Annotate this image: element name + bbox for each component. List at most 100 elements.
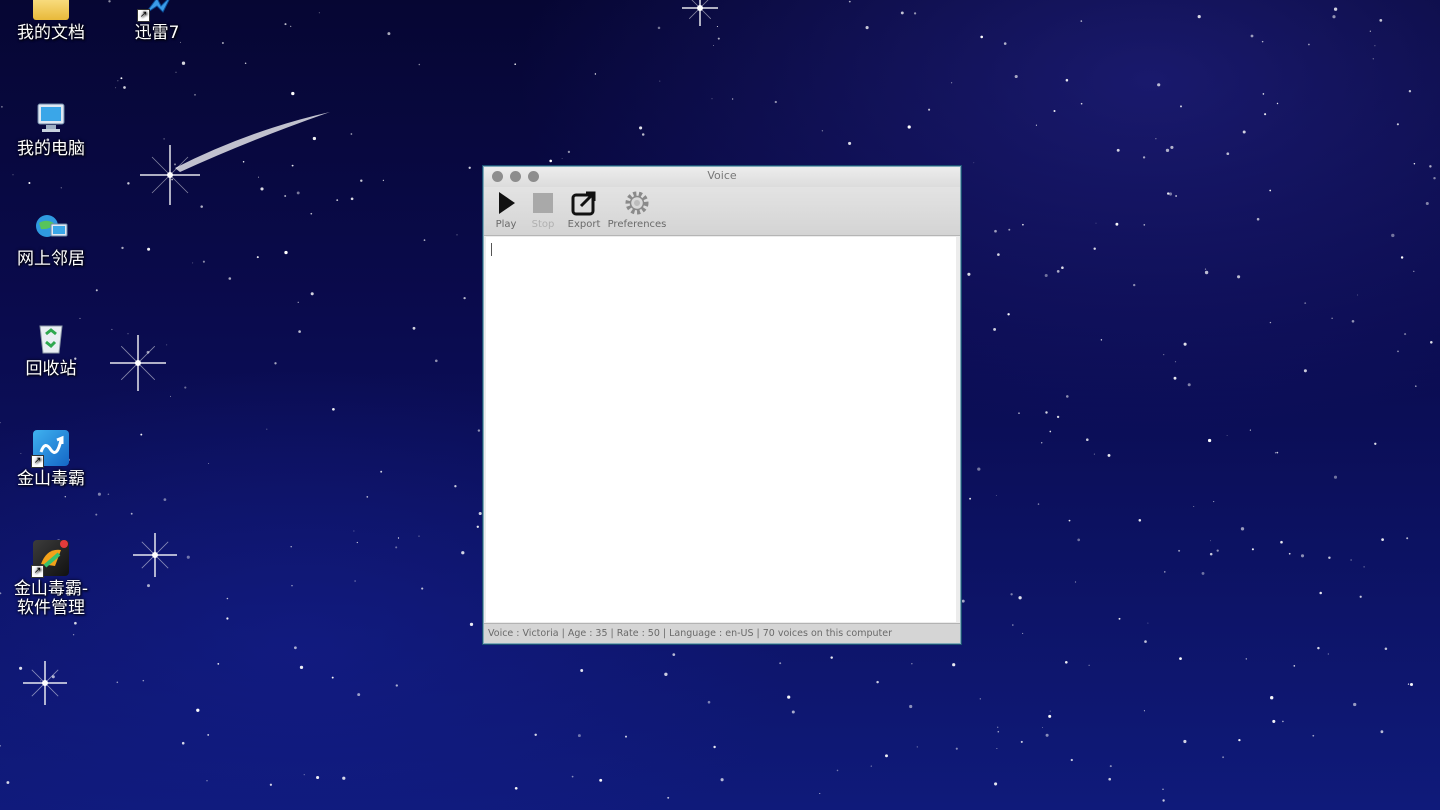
star	[731, 98, 734, 100]
star	[1372, 58, 1374, 60]
star	[1042, 727, 1044, 728]
star	[928, 108, 931, 111]
star	[171, 178, 173, 181]
desktop-icon-kingsoft[interactable]: ↗ 金山毒霸	[6, 430, 96, 489]
desktop-icon-my-computer[interactable]: 我的电脑	[6, 100, 96, 159]
star	[1065, 78, 1069, 82]
star	[707, 700, 711, 704]
desktop-icon-software-manager[interactable]: ↗ 金山毒霸- 软件管理	[6, 540, 96, 618]
star	[1133, 283, 1136, 287]
star	[1328, 556, 1331, 559]
star	[1274, 452, 1277, 454]
desktop-icon-label: 回收站	[25, 359, 77, 379]
star	[284, 250, 288, 255]
star	[147, 584, 150, 588]
stop-button[interactable]: Stop	[528, 189, 558, 230]
sparkle-star	[133, 533, 177, 577]
export-button[interactable]: Export	[566, 189, 602, 230]
preferences-label: Preferences	[607, 219, 667, 230]
star	[123, 86, 126, 89]
desktop-icon-xunlei[interactable]: ↗ 迅雷7	[112, 0, 202, 43]
star	[1409, 682, 1414, 687]
star	[1070, 758, 1073, 762]
status-bar: Voice : Victoria | Age : 35 | Rate : 50 …	[484, 623, 960, 643]
preferences-button[interactable]: Preferences	[606, 189, 668, 230]
star	[1288, 552, 1291, 555]
star	[1269, 321, 1272, 324]
star	[909, 704, 913, 709]
star	[672, 653, 676, 656]
star	[534, 733, 537, 737]
star	[1245, 658, 1247, 660]
star	[242, 161, 245, 163]
star	[1240, 527, 1245, 531]
star	[200, 205, 203, 208]
desktop-icon-label: 金山毒霸	[17, 469, 85, 489]
desktop-icon-my-documents[interactable]: 我的文档	[6, 0, 96, 43]
star	[836, 769, 839, 772]
star	[127, 333, 129, 335]
star	[549, 159, 553, 163]
star	[423, 239, 426, 241]
star	[456, 234, 458, 236]
star	[418, 535, 420, 537]
export-label: Export	[567, 219, 601, 230]
star	[1173, 376, 1177, 380]
star	[1020, 740, 1023, 743]
desktop-icon-recycle-bin[interactable]: 回收站	[6, 320, 96, 379]
star	[461, 551, 465, 555]
sparkle-star	[110, 335, 166, 391]
star	[1280, 540, 1283, 544]
star	[514, 786, 518, 790]
star	[1056, 270, 1060, 273]
star	[421, 587, 424, 590]
star	[291, 584, 293, 587]
desktop-icon-label-line1: 金山毒霸-	[13, 579, 89, 599]
desktop-icon-network[interactable]: 网上邻居	[6, 210, 96, 269]
star	[1115, 222, 1119, 226]
star	[463, 296, 466, 300]
star	[357, 693, 361, 697]
star	[1022, 223, 1024, 226]
star	[269, 783, 273, 786]
star	[95, 513, 98, 516]
star	[1144, 640, 1147, 643]
star	[885, 754, 888, 758]
star	[1018, 596, 1022, 600]
star	[667, 796, 670, 799]
star	[1093, 247, 1096, 250]
star	[303, 774, 305, 776]
star	[1022, 632, 1024, 634]
star	[1209, 540, 1211, 542]
star	[170, 395, 171, 397]
star	[1374, 45, 1376, 47]
star	[1048, 714, 1052, 718]
sparkle-star	[23, 661, 67, 705]
stop-label: Stop	[531, 219, 555, 230]
star	[297, 301, 299, 303]
star	[397, 537, 400, 539]
title-bar[interactable]: Voice	[484, 167, 960, 187]
star	[336, 199, 339, 202]
star	[140, 433, 143, 436]
star	[995, 495, 997, 497]
star	[594, 73, 597, 75]
star	[1333, 475, 1338, 479]
star	[967, 272, 971, 276]
star	[1308, 43, 1310, 46]
text-editor[interactable]	[486, 237, 956, 622]
star	[1237, 275, 1241, 279]
star	[1107, 453, 1111, 457]
star	[1300, 554, 1305, 558]
star	[0, 422, 1, 424]
star	[111, 328, 113, 331]
star	[907, 125, 911, 129]
star	[454, 485, 457, 488]
star	[244, 62, 247, 64]
star	[51, 675, 55, 679]
star	[1187, 383, 1191, 387]
star	[1204, 268, 1207, 270]
star	[1138, 519, 1142, 522]
star	[298, 330, 301, 333]
play-button[interactable]: Play	[491, 189, 521, 230]
